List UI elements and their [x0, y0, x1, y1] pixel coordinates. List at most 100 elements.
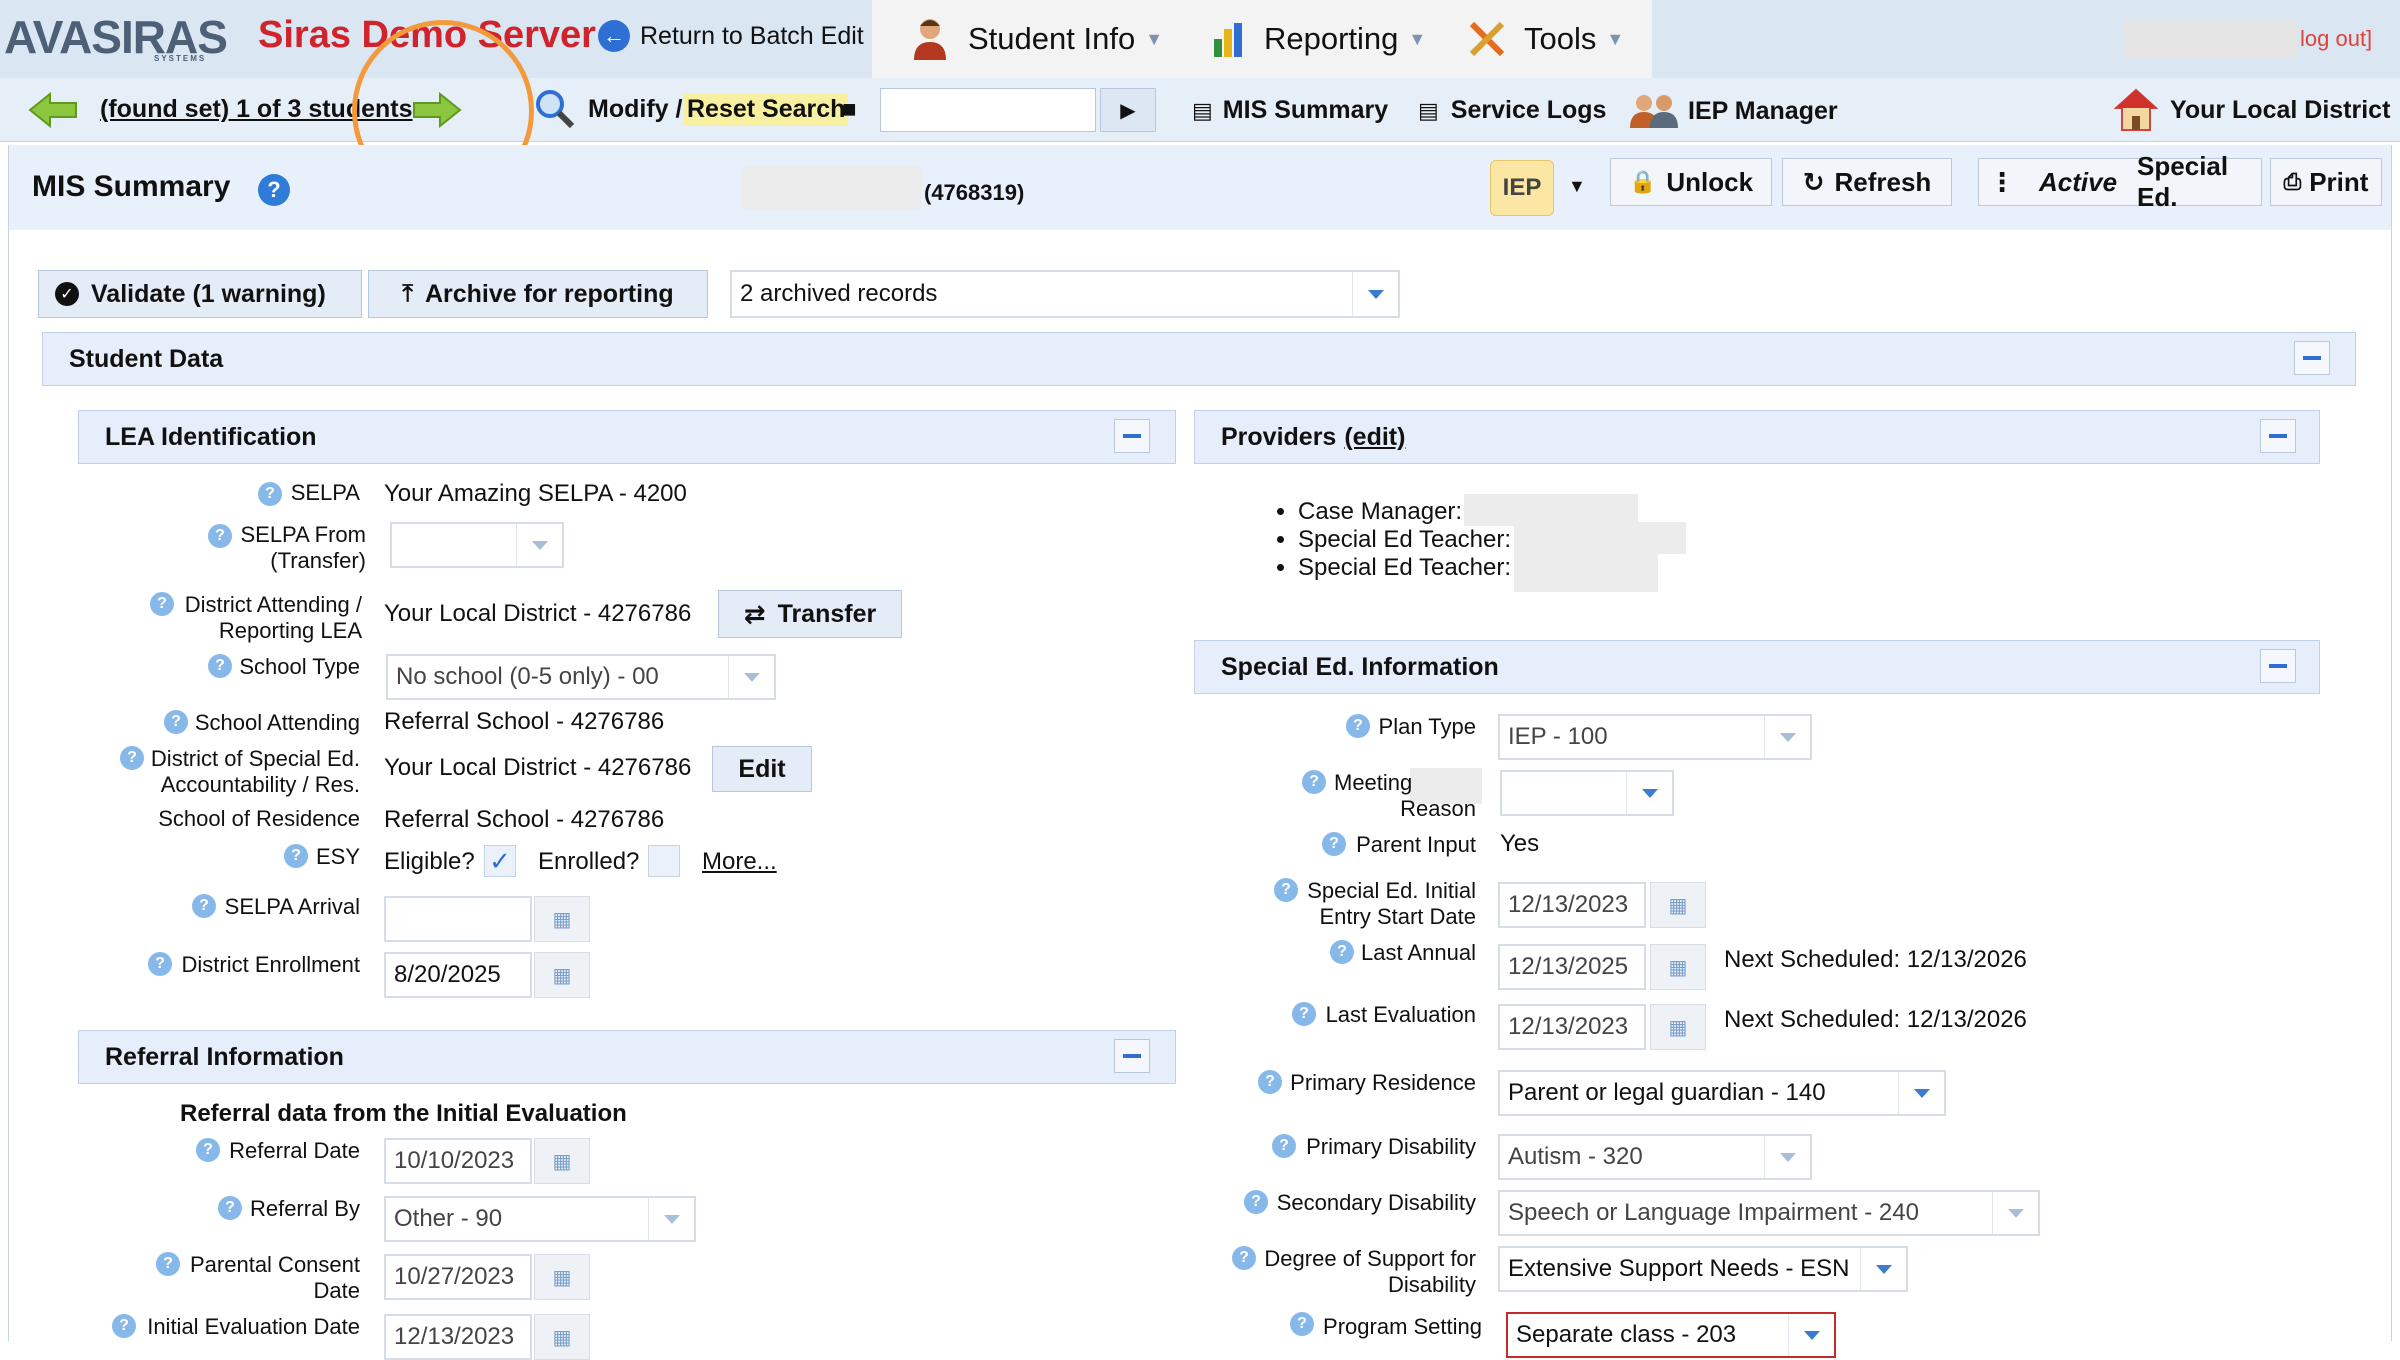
primary-residence-label: Primary Residence	[1290, 1070, 1476, 1095]
eligible-label: Eligible?	[384, 848, 475, 875]
last-annual-label: Last Annual	[1361, 940, 1476, 965]
archived-records-select[interactable]: 2 archived records	[730, 270, 1400, 318]
validate-button[interactable]: ✓ Validate (1 warning)	[38, 270, 362, 318]
calendar-icon[interactable]: ▦	[534, 1254, 590, 1300]
tools-icon	[1469, 21, 1505, 57]
document-icon: ▤	[1192, 97, 1213, 123]
calendar-icon[interactable]: ▦	[534, 952, 590, 998]
district-special-ed-label: District of Special Ed. Accountability /…	[150, 746, 360, 797]
archive-button[interactable]: ⤒ Archive for reporting	[368, 270, 708, 318]
collapse-student-data-button[interactable]	[2294, 341, 2330, 375]
transfer-button[interactable]: ⇄ Transfer	[718, 590, 902, 638]
collapse-lea-button[interactable]	[1114, 419, 1150, 453]
chevron-down-icon	[648, 1198, 694, 1240]
plan-type-select[interactable]: IEP - 100	[1498, 714, 1812, 760]
school-of-residence-label: School of Residence	[158, 806, 360, 831]
minus-icon	[1123, 434, 1141, 438]
student-data-header: Student Data	[42, 332, 2356, 386]
primary-disability-select[interactable]: Autism - 320	[1498, 1134, 1812, 1180]
providers-edit-link[interactable]: (edit)	[1344, 423, 1405, 452]
reset-search-link[interactable]: Reset Search	[684, 93, 849, 126]
lock-icon: 🔒	[1628, 169, 1657, 194]
esy-label: ESY	[315, 844, 360, 869]
secondary-disability-label: Secondary Disability	[1276, 1190, 1476, 1215]
collapse-providers-button[interactable]	[2260, 419, 2296, 453]
selpa-arrival-label: SELPA Arrival	[224, 894, 360, 919]
logout-link[interactable]: log out]	[2300, 26, 2372, 52]
school-house-icon	[2114, 88, 2158, 131]
record-status-menu[interactable]: ⋮ Active Special Ed.	[1978, 151, 2262, 212]
last-annual-next-scheduled: Next Scheduled: 12/13/2026	[1724, 946, 2027, 973]
student-icon	[914, 19, 946, 60]
folder-icon[interactable]: ■	[842, 96, 857, 124]
last-annual-input[interactable]: 12/13/2025	[1498, 944, 1646, 990]
selpa-label: SELPA	[290, 480, 360, 505]
program-setting-select[interactable]: Separate class - 203	[1506, 1312, 1836, 1358]
previous-record-arrow-icon[interactable]	[28, 90, 78, 130]
printer-icon: ⎙	[2283, 169, 2302, 194]
page-title: MIS Summary	[32, 170, 231, 203]
degree-of-support-label: Degree of Support for Disability	[1264, 1246, 1476, 1297]
program-setting-label: Program Setting	[1323, 1314, 1482, 1339]
people-icon	[1630, 95, 1678, 128]
service-logs-link[interactable]: ▤ Service Logs	[1418, 96, 1606, 125]
meeting-reason-select[interactable]	[1500, 770, 1674, 816]
menu-reporting[interactable]: Reporting ▼	[1210, 12, 1426, 66]
school-type-select[interactable]: No school (0-5 only) - 00	[386, 654, 776, 700]
collapse-referral-button[interactable]	[1114, 1039, 1150, 1073]
search-go-button[interactable]: ▶	[1100, 88, 1156, 132]
last-evaluation-input[interactable]: 12/13/2023	[1498, 1004, 1646, 1050]
district-enrollment-input[interactable]: 8/20/2025	[384, 952, 532, 998]
calendar-icon[interactable]: ▦	[1650, 882, 1706, 928]
return-to-batch-edit-link[interactable]: ← Return to Batch Edit	[598, 20, 864, 52]
iep-manager-link[interactable]: IEP Manager	[1630, 92, 1838, 130]
initial-entry-input[interactable]: 12/13/2023	[1498, 882, 1646, 928]
providers-header: Providers (edit)	[1194, 410, 2320, 464]
initial-evaluation-input[interactable]: 12/13/2023	[384, 1314, 532, 1360]
selpa-arrival-input[interactable]	[384, 896, 532, 942]
chevron-down-icon[interactable]: ▼	[1568, 176, 1586, 197]
primary-residence-select[interactable]: Parent or legal guardian - 140	[1498, 1070, 1946, 1116]
search-input[interactable]	[880, 88, 1096, 132]
refresh-icon: ↻	[1802, 166, 1825, 197]
user-name-redacted	[2124, 20, 2298, 58]
mis-summary-link[interactable]: ▤ MIS Summary	[1192, 96, 1388, 125]
chevron-down-icon: ▼	[1145, 28, 1164, 49]
calendar-icon[interactable]: ▦	[534, 1314, 590, 1360]
help-icon[interactable]: ?	[258, 174, 290, 206]
district-special-ed-value: Your Local District - 4276786	[384, 754, 692, 781]
referral-by-select[interactable]: Other - 90	[384, 1196, 696, 1242]
secondary-disability-select[interactable]: Speech or Language Impairment - 240	[1498, 1190, 2040, 1236]
menu-tools[interactable]: Tools ▼	[1466, 12, 1624, 66]
eligible-checkbox[interactable]: ✓	[484, 845, 516, 877]
edit-button[interactable]: Edit	[712, 746, 812, 792]
unlock-button[interactable]: 🔒 Unlock	[1610, 158, 1772, 206]
plan-type-label: Plan Type	[1378, 714, 1476, 739]
check-circle-icon: ✓	[55, 282, 79, 306]
district-link[interactable]: Your Local District	[2114, 88, 2390, 132]
print-button[interactable]: ⎙ Print	[2270, 158, 2382, 206]
logo-subtext: SYSTEMS	[154, 54, 207, 63]
student-name-redacted	[742, 166, 922, 210]
calendar-icon[interactable]: ▦	[534, 896, 590, 942]
calendar-icon[interactable]: ▦	[1650, 1004, 1706, 1050]
refresh-button[interactable]: ↻ Refresh	[1782, 158, 1952, 206]
degree-of-support-select[interactable]: Extensive Support Needs - ESN	[1498, 1246, 1908, 1292]
referral-date-input[interactable]: 10/10/2023	[384, 1138, 532, 1184]
collapse-special-ed-button[interactable]	[2260, 649, 2296, 683]
enrolled-checkbox[interactable]	[648, 845, 680, 877]
calendar-icon[interactable]: ▦	[1650, 944, 1706, 990]
last-evaluation-label: Last Evaluation	[1325, 1002, 1476, 1027]
parental-consent-input[interactable]: 10/27/2023	[384, 1254, 532, 1300]
calendar-icon[interactable]: ▦	[534, 1138, 590, 1184]
parent-input-label: Parent Input	[1356, 832, 1476, 857]
modify-link[interactable]: Modify /	[588, 95, 682, 124]
selpa-from-select[interactable]	[390, 522, 564, 568]
referral-by-label: Referral By	[249, 1196, 360, 1221]
menu-student-info[interactable]: Student Info ▼	[908, 12, 1163, 66]
student-id: (4768319)	[924, 180, 1025, 205]
school-type-label: School Type	[239, 654, 360, 679]
iep-badge[interactable]: IEP	[1490, 160, 1554, 216]
esy-more-link[interactable]: More...	[702, 848, 777, 876]
chevron-down-icon	[516, 524, 562, 566]
